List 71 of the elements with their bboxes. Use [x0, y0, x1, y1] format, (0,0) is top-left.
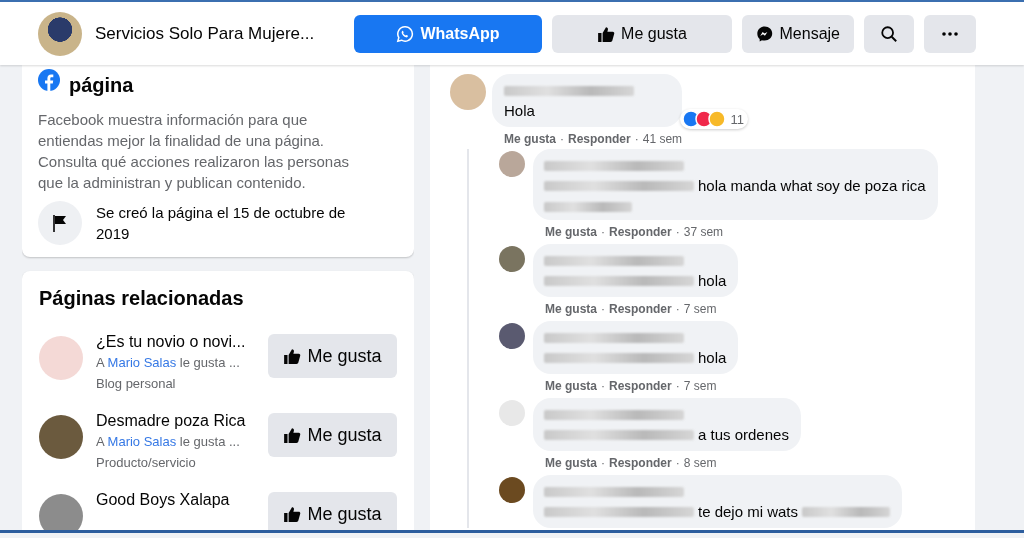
user-avatar[interactable] — [499, 246, 525, 272]
separator-dot: · — [675, 379, 680, 393]
more-icon — [942, 31, 958, 36]
comment-text: a tus ordenes — [698, 426, 789, 443]
comment-text: hola manda what soy de poza rica — [698, 177, 926, 194]
like-button[interactable]: Me gusta — [268, 413, 397, 457]
comment-time[interactable]: 8 sem — [683, 456, 717, 470]
search-icon — [880, 24, 898, 43]
reply-link[interactable]: Responder — [609, 379, 672, 393]
comment-time[interactable]: 7 sem — [683, 379, 717, 393]
page-category: Blog personal — [96, 375, 177, 393]
user-avatar[interactable] — [499, 477, 525, 503]
page-category: Producto/servicio — [96, 454, 197, 472]
separator-dot: · — [601, 379, 605, 393]
page-name[interactable]: Servicios Solo Para Mujere... — [95, 23, 334, 44]
comment-text: hola — [698, 272, 727, 289]
reply-link[interactable]: Responder — [609, 302, 672, 316]
messenger-icon — [756, 24, 774, 43]
creation-date-text: Se creó la página el 15 de octubre de 2019 — [96, 203, 347, 244]
section-title: Páginas relacionadas — [39, 287, 245, 310]
like-button[interactable]: Me gusta — [268, 334, 397, 378]
like-link[interactable]: Me gusta — [504, 132, 556, 146]
like-link[interactable]: Me gusta — [545, 302, 597, 316]
page-avatar[interactable] — [39, 494, 83, 530]
like-button[interactable]: Me gusta — [268, 492, 397, 530]
profile-link[interactable]: Mario Salas — [107, 434, 177, 449]
thumbs-up-icon — [283, 426, 302, 444]
description-text: Facebook muestra información para que entiendas mejor la finalidad de una página. Consulta qué acciones realizaron las personas que la administran y publican contenido. — [38, 110, 350, 193]
search-button[interactable] — [864, 14, 914, 53]
comment-text: hola — [698, 349, 727, 366]
separator-dot: · — [634, 132, 639, 146]
page-name[interactable]: ¿Es tu novio o novi... — [96, 332, 268, 352]
separator-dot: · — [601, 302, 605, 316]
reaction-icons — [681, 110, 728, 128]
profile-link[interactable]: Mario Salas — [107, 355, 177, 370]
like-link[interactable]: Me gusta — [545, 379, 597, 393]
reply-link[interactable]: Responder — [609, 456, 672, 470]
page-avatar[interactable] — [39, 415, 83, 459]
comment-time[interactable]: 41 sem — [642, 132, 683, 146]
comment-time[interactable]: 37 sem — [683, 225, 724, 239]
separator-dot: · — [675, 456, 680, 470]
reply-link[interactable]: Responder — [568, 132, 631, 146]
reaction-count: 11 — [730, 111, 745, 127]
separator-dot: · — [675, 225, 680, 239]
whatsapp-icon — [396, 24, 415, 43]
message-button[interactable]: Mensaje — [742, 14, 854, 53]
separator-dot: · — [675, 302, 680, 316]
thumbs-up-icon — [283, 505, 302, 523]
separator-dot: · — [601, 456, 605, 470]
like-link[interactable]: Me gusta — [545, 225, 597, 239]
like-link[interactable]: Me gusta — [545, 456, 597, 470]
liked-by-text: A Mario Salas le gusta ... — [96, 354, 241, 372]
liked-by-text: A Mario Salas le gusta ... — [96, 433, 241, 451]
separator-dot: · — [601, 225, 605, 239]
whatsapp-button[interactable]: WhatsApp — [354, 14, 542, 53]
separator-dot: · — [560, 132, 564, 146]
thumbs-up-icon — [597, 24, 616, 43]
comment-text: Hola — [504, 102, 536, 119]
reactions-badge[interactable]: 11 — [679, 109, 749, 129]
reply-link[interactable]: Responder — [609, 225, 672, 239]
facebook-logo-icon — [38, 69, 60, 91]
profile-photo[interactable] — [38, 11, 82, 56]
page-name[interactable]: Good Boys Xalapa — [96, 490, 268, 510]
page-name[interactable]: Desmadre poza Rica — [96, 411, 268, 431]
comment-text: te dejo mi wats — [698, 503, 799, 520]
user-avatar[interactable] — [499, 323, 525, 349]
like-button[interactable]: Me gusta — [552, 14, 732, 53]
thumbs-up-icon — [283, 347, 302, 365]
flag-icon-badge — [38, 201, 82, 245]
comment-time[interactable]: 7 sem — [683, 302, 717, 316]
card-title: página — [69, 74, 134, 97]
